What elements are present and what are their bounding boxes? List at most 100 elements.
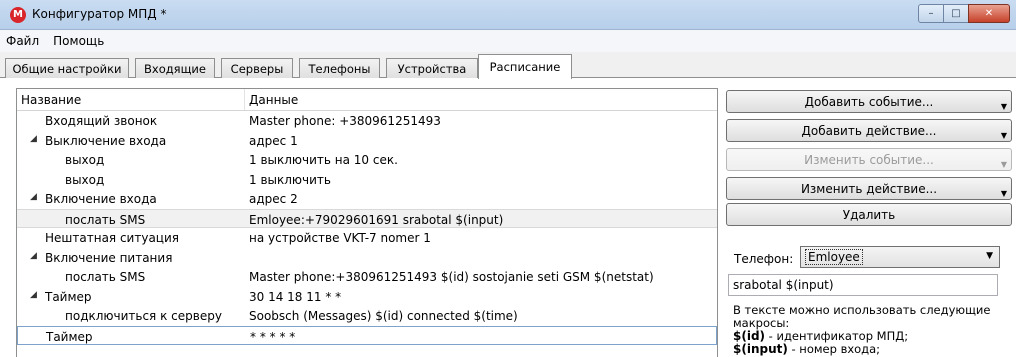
chevron-down-icon: ▼ [986,251,993,261]
tree-row-data: Emloyee:+79029601691 srabotal $(input) [249,212,504,227]
macro-help-text: В тексте можно использовать следующие ма… [733,304,1009,356]
expand-arrow-icon[interactable]: ◢ [30,251,37,261]
tree-row-name-cell: послать SMS [17,210,245,228]
tree-row-data: адрес 1 [249,133,298,148]
edit-action-label: Изменить действие... [800,182,938,196]
macro-desc: - идентификатор МПД; [765,329,909,343]
window-controls: – □ ✕ [918,4,1010,23]
expand-arrow-icon[interactable]: ◢ [30,134,37,144]
phone-select-value: Emloyee [805,249,863,265]
tree-row-name: послать SMS [65,212,146,227]
tree-row-name-cell: выход [17,150,245,170]
dropdown-arrow-icon: ▼ [1000,102,1007,111]
macro-desc: - номер входа; [787,342,881,356]
minimize-icon[interactable]: – [918,4,944,23]
tree-row[interactable]: Таймер * * * * * [17,325,717,345]
tree-row-data [245,248,249,268]
tree-row-name: Включение питания [45,250,173,265]
tab-bar: Общие настройки Входящие Серверы Телефон… [0,52,1016,79]
macro-name: $(id) [733,329,766,343]
tree-row-name: Включение входа [45,192,157,206]
app-icon: M [10,7,26,23]
message-text-input[interactable]: srabotal $(input) [728,274,998,296]
phone-select[interactable]: Emloyee ▼ [800,246,1000,268]
tree-row-data: на устройстве VKT-7 nomer 1 [249,231,431,245]
tab-general-settings[interactable]: Общие настройки [5,58,129,78]
tree-row-data: 1 выключить [249,172,331,187]
phone-label: Телефон: [734,252,794,266]
edit-event-label: Изменить событие... [804,153,934,167]
tree-row-name-cell: Входящий звонок [17,111,245,131]
tab-incoming[interactable]: Входящие [135,58,215,78]
tree-rows: Входящий звонок Master phone: +3809612514… [17,111,717,345]
tree-row-data: адрес 2 [249,192,298,206]
tab-schedule[interactable]: Расписание [478,54,572,79]
column-header-name[interactable]: Название [17,89,245,110]
tree-row-name-cell: ◢ Включение входа [17,189,245,209]
tree-row-data: 30 14 18 11 * * [249,289,342,304]
tree-row[interactable]: ◢ Таймер 30 14 18 11 * * [17,287,717,307]
menu-file[interactable]: Файл [0,30,47,52]
tree-row[interactable]: ◢ Включение входа адрес 2 [17,189,717,209]
tree-row-name: Выключение входа [45,133,167,148]
delete-button[interactable]: Удалить [726,203,1012,226]
add-action-button[interactable]: Добавить действие... ▼ [726,119,1012,142]
tree-row-data: Master phone:+380961251493 $(id) sostoja… [249,270,654,284]
tree-header: Название Данные [17,89,717,111]
tree-row-name-cell: Таймер [18,327,246,345]
delete-label: Удалить [842,208,896,222]
tab-devices[interactable]: Устройства [386,58,478,78]
tree-row-name: послать SMS [65,270,146,284]
tree-row-data: * * * * * [250,329,296,344]
macro-name: $(input) [733,342,788,356]
tree-row-data: Soobsch (Messages) $(id) connected $(tim… [249,309,518,323]
dropdown-arrow-icon: ▼ [1000,189,1007,198]
macro-help-item: $(input) - номер входа; [733,343,1009,356]
title-bar: M Конфигуратор МПД * – □ ✕ [0,0,1016,30]
tree-row-name: Таймер [45,289,92,304]
tree-row-data: Master phone: +380961251493 [249,114,441,128]
tree-row[interactable]: Входящий звонок Master phone: +3809612514… [17,111,717,131]
maximize-icon[interactable]: □ [943,4,969,23]
edit-action-button[interactable]: Изменить действие... ▼ [726,177,1012,200]
tree-row-name: Таймер [46,329,93,344]
schedule-panel: Название Данные Входящий звонок Master ph… [0,78,1016,357]
schedule-tree[interactable]: Название Данные Входящий звонок Master ph… [16,88,718,357]
expand-arrow-icon[interactable]: ◢ [30,192,37,202]
dropdown-arrow-icon: ▼ [1000,160,1007,169]
tree-row-name-cell: ◢ Выключение входа [17,131,245,151]
tree-row-data: 1 выключить на 10 сек. [249,153,398,167]
tab-servers[interactable]: Серверы [221,58,293,78]
tree-row-name-cell: подключиться к серверу [17,306,245,326]
tree-row[interactable]: выход 1 выключить на 10 сек. [17,150,717,170]
tree-row[interactable]: подключиться к серверу Soobsch (Messages)… [17,306,717,326]
tree-row[interactable]: послать SMS Emloyee:+79029601691 srabotal… [17,208,717,228]
tree-row-name-cell: ◢ Включение питания [17,248,245,268]
tree-row-name: Входящий звонок [45,114,158,128]
tree-row[interactable]: ◢ Выключение входа адрес 1 [17,131,717,151]
add-event-button[interactable]: Добавить событие... ▼ [726,90,1012,113]
tree-row-name: подключиться к серверу [65,309,222,323]
tree-row-name-cell: ◢ Таймер [17,287,245,307]
add-event-label: Добавить событие... [804,95,934,109]
tree-row[interactable]: выход 1 выключить [17,170,717,190]
tree-row[interactable]: послать SMS Master phone:+380961251493 $(… [17,267,717,287]
tree-row-name-cell: послать SMS [17,267,245,287]
tree-row[interactable]: Нештатная ситуация на устройстве VKT-7 no… [17,228,717,248]
menu-bar: Файл Помощь [0,30,1016,52]
menu-help[interactable]: Помощь [47,30,112,52]
dropdown-arrow-icon: ▼ [1000,131,1007,140]
tree-row[interactable]: ◢ Включение питания [17,248,717,268]
tab-phones[interactable]: Телефоны [299,58,380,78]
tree-row-name: Нештатная ситуация [45,231,179,245]
column-header-data[interactable]: Данные [245,89,298,110]
expand-arrow-icon[interactable]: ◢ [30,290,37,300]
macro-help-intro: В тексте можно использовать следующие ма… [733,303,991,330]
tree-row-name-cell: выход [17,170,245,190]
add-action-label: Добавить действие... [801,124,937,138]
tree-row-name: выход [65,153,105,167]
close-icon[interactable]: ✕ [968,4,1010,23]
tree-row-name: выход [65,172,105,187]
edit-event-button[interactable]: Изменить событие... ▼ [726,148,1012,171]
window-title: Конфигуратор МПД * [32,7,167,21]
